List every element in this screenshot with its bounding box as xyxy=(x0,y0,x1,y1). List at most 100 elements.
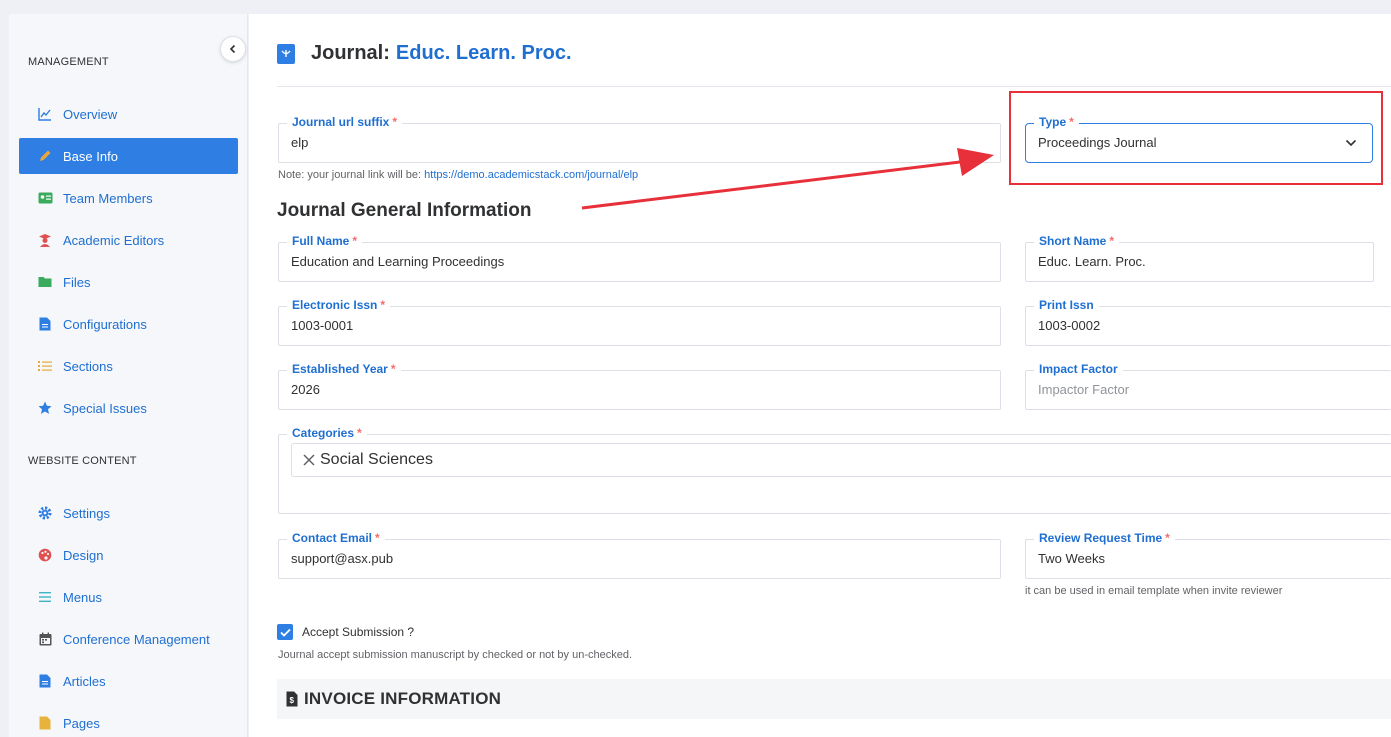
main-content: Journal: Educ. Learn. Proc. Journal url … xyxy=(249,14,1391,737)
page-title-prefix: Journal: xyxy=(311,42,390,64)
sidebar-item-label: Articles xyxy=(63,673,106,689)
sidebar-item-label: Pages xyxy=(63,715,100,731)
field-label: Full Name * xyxy=(287,234,363,248)
gear-icon xyxy=(37,505,53,521)
categories-field[interactable]: Categories * Social Sciences xyxy=(278,426,1391,514)
sidebar-item-articles[interactable]: Articles xyxy=(19,663,238,699)
sidebar-item-overview[interactable]: Overview xyxy=(19,96,238,132)
sidebar-item-label: Academic Editors xyxy=(63,232,165,248)
sidebar-item-configurations[interactable]: Configurations xyxy=(19,306,238,342)
sidebar-item-label: Team Members xyxy=(63,190,153,206)
review-time-note: it can be used in email template when in… xyxy=(1025,585,1283,597)
chevron-left-icon xyxy=(229,44,236,54)
field-label: Journal url suffix * xyxy=(287,115,403,129)
general-information-heading: Journal General Information xyxy=(277,200,532,221)
field-label: Established Year * xyxy=(287,362,401,376)
field-value: 1003-0002 xyxy=(1038,318,1101,333)
field-value: elp xyxy=(291,135,309,150)
invoice-heading: INVOICE INFORMATION xyxy=(304,689,502,708)
pencil-icon xyxy=(37,148,53,164)
field-value: support@asx.pub xyxy=(291,551,394,566)
review-request-time-field[interactable]: Review Request Time * Two Weeks xyxy=(1025,531,1391,579)
required-mark: * xyxy=(357,426,362,440)
field-value: Proceedings Journal xyxy=(1038,135,1157,150)
invoice-section-header: $ INVOICE INFORMATION xyxy=(277,679,1391,719)
field-value: Education and Learning Proceedings xyxy=(291,254,505,269)
management-section-title: MANAGEMENT xyxy=(28,56,109,68)
required-mark: * xyxy=(380,298,386,312)
established-year-field[interactable]: Established Year * 2026 xyxy=(278,362,1001,410)
file-icon xyxy=(37,316,53,332)
chevron-down-icon xyxy=(1345,139,1357,147)
sidebar: MANAGEMENT Overview Base Info Team Membe… xyxy=(9,14,248,737)
page-title-journal-name: Educ. Learn. Proc. xyxy=(395,42,572,64)
close-icon[interactable] xyxy=(302,453,316,467)
accept-submission-checkbox[interactable] xyxy=(277,624,293,640)
type-select[interactable]: Type * Proceedings Journal xyxy=(1025,115,1373,163)
list-icon xyxy=(37,358,53,374)
url-note-link[interactable]: https://demo.academicstack.com/journal/e… xyxy=(424,169,638,181)
impact-factor-field[interactable]: Impact Factor Impactor Factor xyxy=(1025,362,1391,410)
sidebar-item-label: Sections xyxy=(63,358,113,374)
field-placeholder: Impactor Factor xyxy=(1038,382,1130,397)
print-issn-field[interactable]: Print Issn 1003-0002 xyxy=(1025,298,1391,346)
calendar-icon xyxy=(37,631,53,647)
field-label: Short Name * xyxy=(1034,234,1120,248)
sidebar-item-label: Design xyxy=(63,547,104,563)
star-icon xyxy=(37,400,53,416)
website-content-section-title: WEBSITE CONTENT xyxy=(28,455,137,467)
field-label: Print Issn xyxy=(1034,298,1099,312)
checkmark-icon xyxy=(279,628,291,637)
page-title: Journal: Educ. Learn. Proc. xyxy=(277,42,572,65)
sidebar-item-pages[interactable]: Pages xyxy=(19,705,238,737)
field-label: Type * xyxy=(1034,115,1079,129)
required-mark: * xyxy=(375,531,380,545)
sidebar-item-label: Files xyxy=(63,274,91,290)
url-note-text: Note: your journal link will be: xyxy=(278,169,422,181)
contact-email-field[interactable]: Contact Email * support@asx.pub xyxy=(278,531,1001,579)
short-name-field[interactable]: Short Name * Educ. Learn. Proc. xyxy=(1025,234,1374,282)
field-value: Educ. Learn. Proc. xyxy=(1038,254,1146,269)
file-icon xyxy=(37,673,53,689)
sidebar-item-menus[interactable]: Menus xyxy=(19,579,238,615)
sidebar-item-team-members[interactable]: Team Members xyxy=(19,180,238,216)
sidebar-item-label: Configurations xyxy=(63,316,147,332)
sidebar-item-special-issues[interactable]: Special Issues xyxy=(19,390,238,426)
sidebar-item-academic-editors[interactable]: Academic Editors xyxy=(19,222,238,258)
sidebar-item-label: Conference Management xyxy=(63,631,210,647)
field-label: Contact Email * xyxy=(287,531,385,545)
required-mark: * xyxy=(392,115,398,129)
graduate-icon xyxy=(37,232,53,248)
title-divider xyxy=(277,86,1391,87)
invoice-icon: $ xyxy=(286,691,298,707)
categories-tag-input[interactable]: Social Sciences xyxy=(291,443,1391,477)
menu-icon xyxy=(37,589,53,605)
sidebar-item-label: Base Info xyxy=(63,148,118,164)
electronic-issn-field[interactable]: Electronic Issn * 1003-0001 xyxy=(278,298,1001,346)
collapse-sidebar-button[interactable] xyxy=(220,36,246,62)
field-label: Electronic Issn * xyxy=(287,298,391,312)
sidebar-item-base-info[interactable]: Base Info xyxy=(19,138,238,174)
sidebar-item-settings[interactable]: Settings xyxy=(19,495,238,531)
line-chart-icon xyxy=(37,106,53,122)
sidebar-item-sections[interactable]: Sections xyxy=(19,348,238,384)
field-label: Categories * xyxy=(287,426,367,440)
category-tag: Social Sciences xyxy=(320,451,433,468)
accept-submission-note: Journal accept submission manuscript by … xyxy=(278,649,633,661)
field-value: 2026 xyxy=(291,382,320,397)
sidebar-item-design[interactable]: Design xyxy=(19,537,238,573)
field-label: Impact Factor xyxy=(1034,362,1123,376)
field-label: Review Request Time * xyxy=(1034,531,1175,545)
full-name-field[interactable]: Full Name * Education and Learning Procee… xyxy=(278,234,1001,282)
sidebar-item-label: Settings xyxy=(63,505,110,521)
accept-submission-label: Accept Submission ? xyxy=(302,625,415,639)
sidebar-item-files[interactable]: Files xyxy=(19,264,238,300)
sidebar-item-label: Special Issues xyxy=(63,400,147,416)
sidebar-item-conference-management[interactable]: Conference Management xyxy=(19,621,238,657)
sidebar-item-label: Menus xyxy=(63,589,103,605)
svg-text:$: $ xyxy=(290,696,295,705)
field-value: Two Weeks xyxy=(1038,551,1105,566)
journal-url-suffix-field[interactable]: Journal url suffix * elp xyxy=(278,115,1001,163)
required-mark: * xyxy=(352,234,358,248)
folder-icon xyxy=(37,274,53,290)
